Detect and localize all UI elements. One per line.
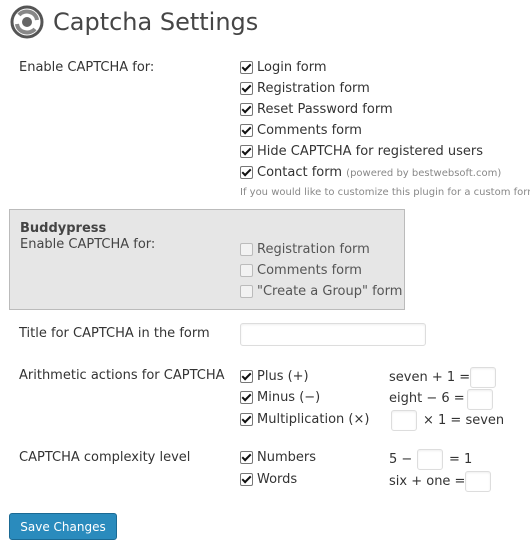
save-changes-button[interactable]: Save Changes [9, 513, 117, 540]
buddypress-enable-label: Enable CAPTCHA for: [20, 237, 156, 252]
words-label[interactable]: Words [257, 472, 297, 487]
contact-form-powered-by: (powered by bestwebsoft.com) [346, 168, 502, 179]
hide-registered-checkbox[interactable] [240, 145, 253, 158]
bp-create-group-checkbox [240, 285, 253, 298]
registration-form-checkbox[interactable] [240, 82, 253, 95]
words-checkbox[interactable] [240, 473, 253, 486]
multiplication-example-text: × 1 = seven [423, 413, 505, 428]
plus-checkbox[interactable] [240, 370, 253, 383]
bp-create-group-label: "Create a Group" form [257, 284, 403, 299]
complexity-label: CAPTCHA complexity level [19, 450, 191, 465]
multiplication-example-input [391, 410, 417, 431]
contact-form-checkbox[interactable] [240, 166, 253, 179]
plus-example-text: seven + 1 = [389, 370, 471, 385]
multiplication-checkbox[interactable] [240, 413, 253, 426]
hide-registered-label[interactable]: Hide CAPTCHA for registered users [257, 144, 483, 159]
page-title: Captcha Settings [53, 8, 259, 36]
comments-form-label[interactable]: Comments form [257, 123, 362, 138]
words-example-input [465, 471, 491, 492]
multiplication-label[interactable]: Multiplication (×) [257, 412, 369, 427]
numbers-label[interactable]: Numbers [257, 450, 316, 465]
login-form-checkbox[interactable] [240, 61, 253, 74]
captcha-title-label: Title for CAPTCHA in the form [19, 326, 210, 341]
contact-form-text[interactable]: Contact form [257, 165, 342, 180]
arithmetic-label: Arithmetic actions for CAPTCHA [19, 368, 225, 383]
bp-registration-label: Registration form [257, 242, 370, 257]
numbers-checkbox[interactable] [240, 451, 253, 464]
numbers-example-input [417, 449, 443, 470]
plus-example-input [470, 367, 496, 388]
custom-form-hint: If you would like to customize this plug… [240, 187, 530, 198]
minus-example-input [467, 389, 493, 410]
login-form-label[interactable]: Login form [257, 60, 327, 75]
reset-password-label[interactable]: Reset Password form [257, 102, 393, 117]
minus-label[interactable]: Minus (−) [257, 390, 320, 405]
numbers-example-left: 5 − [389, 452, 413, 467]
plugin-logo-icon [10, 5, 44, 39]
reset-password-checkbox[interactable] [240, 103, 253, 116]
registration-form-label[interactable]: Registration form [257, 81, 370, 96]
contact-form-label[interactable]: Contact form (powered by bestwebsoft.com… [257, 165, 501, 180]
plus-label[interactable]: Plus (+) [257, 369, 309, 384]
captcha-title-input[interactable] [240, 323, 426, 346]
bp-comments-checkbox [240, 264, 253, 277]
numbers-example-right: = 1 [449, 452, 473, 467]
bp-registration-checkbox [240, 243, 253, 256]
buddypress-heading: Buddypress [20, 221, 107, 236]
enable-captcha-label: Enable CAPTCHA for: [19, 60, 155, 75]
words-example-text: six + one = [389, 474, 466, 489]
comments-form-checkbox[interactable] [240, 124, 253, 137]
bp-comments-label: Comments form [257, 263, 362, 278]
minus-checkbox[interactable] [240, 391, 253, 404]
minus-example-text: eight − 6 = [389, 391, 465, 406]
